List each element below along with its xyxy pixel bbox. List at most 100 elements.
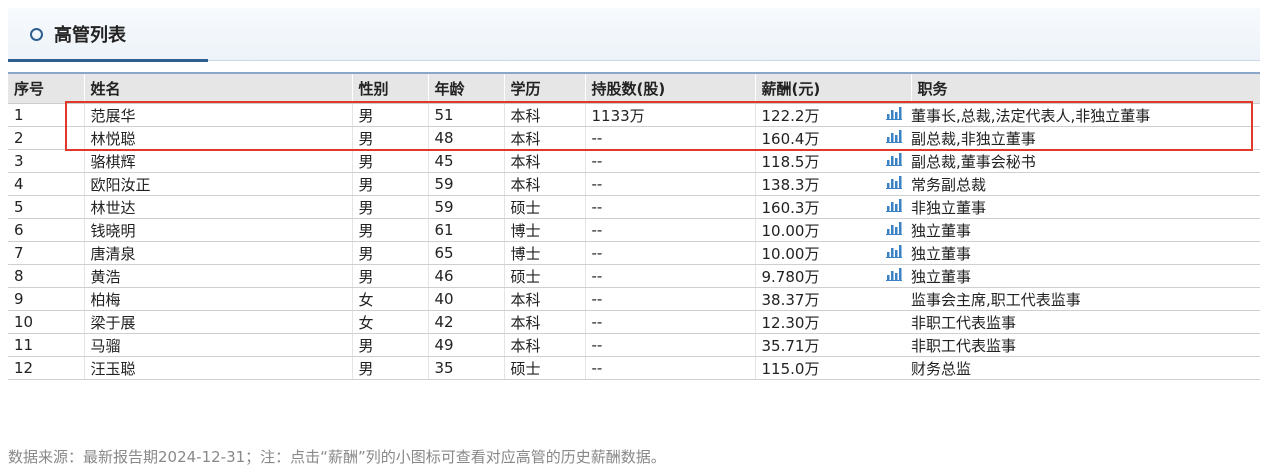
row-no: 5 xyxy=(8,195,84,219)
row-no: 11 xyxy=(8,333,84,357)
table-row: 8 黄浩男 46 硕士 -- 9.780万 独立董事 xyxy=(8,264,1260,288)
age: 61 xyxy=(427,218,504,242)
bar-chart-icon[interactable] xyxy=(886,198,902,216)
executive-name: 唐清泉 xyxy=(83,241,352,265)
salary: 38.37万 xyxy=(754,287,877,311)
bar-chart-icon[interactable] xyxy=(886,129,902,147)
row-no: 6 xyxy=(8,218,84,242)
row-no: 8 xyxy=(8,264,84,288)
position: 独立董事 xyxy=(911,264,1260,288)
education: 本科 xyxy=(503,103,585,127)
executive-name: 梁于展 xyxy=(83,310,352,334)
salary: 138.3万 xyxy=(754,172,877,196)
age: 46 xyxy=(427,264,504,288)
education: 本科 xyxy=(503,310,585,334)
bar-chart-icon[interactable] xyxy=(886,267,902,285)
education: 本科 xyxy=(503,172,585,196)
gender: 女 xyxy=(351,287,428,311)
position: 监事会主席,职工代表监事 xyxy=(911,287,1260,311)
position: 非独立董事 xyxy=(911,195,1260,219)
table-row: 7 唐清泉男 65 博士 -- 10.00万 独立董事 xyxy=(8,241,1260,265)
bar-chart-icon[interactable] xyxy=(886,175,902,193)
bar-chart-icon[interactable] xyxy=(886,221,902,239)
executive-name: 林世达 xyxy=(83,195,352,219)
shares: -- xyxy=(584,149,755,173)
position: 副总裁,董事会秘书 xyxy=(911,149,1260,173)
salary: 118.5万 xyxy=(754,149,877,173)
table-row: 3 骆棋辉男 45 本科 -- 118.5万 副总裁,董事会秘书 xyxy=(8,149,1260,173)
position: 董事长,总裁,法定代表人,非独立董事 xyxy=(911,103,1260,127)
salary: 10.00万 xyxy=(754,218,877,242)
education: 硕士 xyxy=(503,356,585,380)
salary-chart-cell xyxy=(877,218,911,242)
executive-name: 汪玉聪 xyxy=(83,356,352,380)
row-no: 4 xyxy=(8,172,84,196)
salary: 115.0万 xyxy=(754,356,877,380)
salary-chart-cell xyxy=(877,103,911,127)
bar-chart-icon[interactable] xyxy=(886,152,902,170)
salary-chart-cell xyxy=(877,172,911,196)
header-name: 姓名 xyxy=(83,72,352,104)
bar-chart-icon[interactable] xyxy=(886,244,902,262)
shares: -- xyxy=(584,195,755,219)
header-education: 学历 xyxy=(503,72,585,104)
shares: -- xyxy=(584,241,755,265)
shares: -- xyxy=(584,310,755,334)
age: 48 xyxy=(427,126,504,150)
salary-chart-cell xyxy=(877,126,911,150)
row-no: 9 xyxy=(8,287,84,311)
shares: 1133万 xyxy=(584,103,755,127)
salary-chart-cell xyxy=(877,149,911,173)
table-row: 10 梁于展女 42 本科 -- 12.30万 非职工代表监事 xyxy=(8,310,1260,334)
shares: -- xyxy=(584,333,755,357)
salary: 10.00万 xyxy=(754,241,877,265)
table-row: 1 范展华男 51 本科 1133万 122.2万 董事长,总裁,法定代表人,非独立董事 xyxy=(8,103,1260,127)
shares: -- xyxy=(584,356,755,380)
age: 35 xyxy=(427,356,504,380)
salary-chart-cell xyxy=(877,310,911,334)
salary-chart-cell xyxy=(877,287,911,311)
shares: -- xyxy=(584,126,755,150)
age: 49 xyxy=(427,333,504,357)
table-row: 6 钱晓明男 61 博士 -- 10.00万 独立董事 xyxy=(8,218,1260,242)
circle-bullet-icon xyxy=(30,28,43,41)
gender: 男 xyxy=(351,241,428,265)
position: 常务副总裁 xyxy=(911,172,1260,196)
executive-name: 柏梅 xyxy=(83,287,352,311)
row-no: 12 xyxy=(8,356,84,380)
salary: 160.4万 xyxy=(754,126,877,150)
position: 副总裁,非独立董事 xyxy=(911,126,1260,150)
age: 40 xyxy=(427,287,504,311)
salary-chart-cell xyxy=(877,333,911,357)
position: 财务总监 xyxy=(911,356,1260,380)
gender: 男 xyxy=(351,264,428,288)
bar-chart-icon[interactable] xyxy=(886,106,902,124)
footer-note: 数据来源：最新报告期2024-12-31；注：点击“薪酬”列的小图标可查看对应高… xyxy=(8,448,666,466)
executive-name: 欧阳汝正 xyxy=(83,172,352,196)
position: 独立董事 xyxy=(911,241,1260,265)
executive-name: 林悦聪 xyxy=(83,126,352,150)
executive-name: 范展华 xyxy=(83,103,352,127)
row-no: 2 xyxy=(8,126,84,150)
gender: 男 xyxy=(351,149,428,173)
gender: 男 xyxy=(351,356,428,380)
salary: 160.3万 xyxy=(754,195,877,219)
salary-chart-cell xyxy=(877,264,911,288)
education: 本科 xyxy=(503,126,585,150)
salary-chart-cell xyxy=(877,356,911,380)
shares: -- xyxy=(584,264,755,288)
table-row: 4 欧阳汝正男 59 本科 -- 138.3万 常务副总裁 xyxy=(8,172,1260,196)
row-no: 1 xyxy=(8,103,84,127)
position: 非职工代表监事 xyxy=(911,333,1260,357)
header-age: 年龄 xyxy=(427,72,504,104)
education: 博士 xyxy=(503,218,585,242)
executive-name: 马骝 xyxy=(83,333,352,357)
shares: -- xyxy=(584,218,755,242)
header-position: 职务 xyxy=(910,72,1260,104)
education: 本科 xyxy=(503,333,585,357)
executive-name: 钱晓明 xyxy=(83,218,352,242)
table-row: 12 汪玉聪男 35 硕士 -- 115.0万 财务总监 xyxy=(8,356,1260,380)
salary-chart-cell xyxy=(877,241,911,265)
age: 59 xyxy=(427,195,504,219)
age: 65 xyxy=(427,241,504,265)
